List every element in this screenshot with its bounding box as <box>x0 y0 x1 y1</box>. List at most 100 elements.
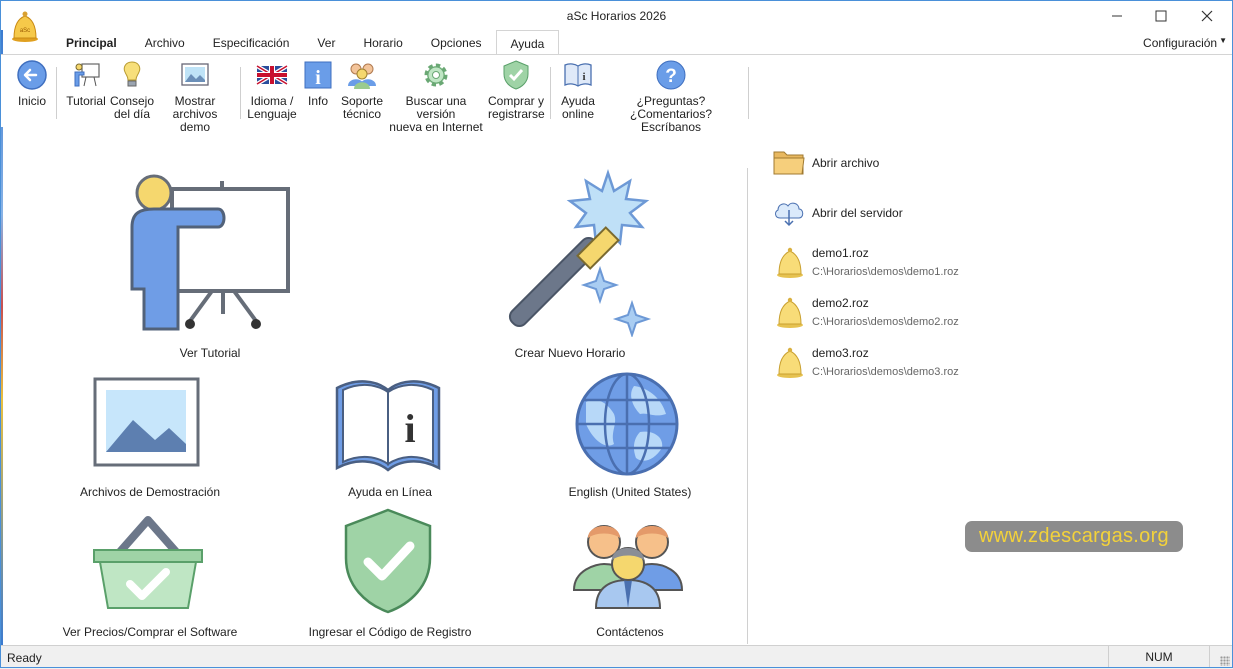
panel-divider <box>747 168 748 644</box>
ayuda-online-button[interactable]: i Ayuda online <box>556 59 600 121</box>
presentation-icon <box>130 174 290 331</box>
lightbulb-icon <box>123 61 141 87</box>
info-label: Info <box>307 94 328 108</box>
soporte-button[interactable]: Soporte técnico <box>338 59 386 121</box>
info-icon: i <box>304 61 332 89</box>
tile-archivos-demo-label: Archivos de Demostración <box>79 485 221 499</box>
ribbon-divider <box>240 67 241 119</box>
inicio-button[interactable]: Inicio <box>12 59 52 108</box>
tab-especificacion[interactable]: Especificación <box>199 30 304 54</box>
abrir-servidor-label: Abrir del servidor <box>812 206 903 220</box>
tile-crear-horario[interactable]: Crear Nuevo Horario <box>460 165 680 360</box>
ribbon-divider <box>748 67 749 119</box>
preguntas-button[interactable]: ? ¿Preguntas? ¿Comentarios? Escríbanos <box>600 59 742 134</box>
tile-idioma-label: English (United States) <box>568 485 692 499</box>
bell-file-icon <box>777 247 803 278</box>
tab-ver[interactable]: Ver <box>303 30 349 54</box>
ribbon-divider <box>56 67 57 119</box>
status-text: Ready <box>7 651 42 665</box>
shield-check-icon <box>344 508 432 614</box>
recent-file-name: demo3.roz <box>812 346 869 360</box>
tutorial-label: Tutorial <box>66 94 106 108</box>
tile-registro[interactable]: Ingresar el Código de Registro <box>280 506 500 642</box>
question-icon: ? <box>656 60 686 90</box>
title-bar: aSc Horarios 2026 <box>0 0 1233 30</box>
recent-file-name: demo1.roz <box>812 246 869 260</box>
watermark-text: www.zdescargas.org <box>965 521 1183 552</box>
tab-principal[interactable]: Principal <box>52 30 131 54</box>
consejo-button[interactable]: Consejo del día <box>108 59 156 121</box>
tab-archivo[interactable]: Archivo <box>131 30 199 54</box>
ribbon-tabs: Principal Archivo Especificación Ver Hor… <box>52 30 560 55</box>
recent-file-name: demo2.roz <box>812 296 869 310</box>
comprar-label-2: registrarse <box>488 107 545 121</box>
config-label: Configuración <box>1143 36 1218 50</box>
book-info-icon: i <box>335 380 441 472</box>
svg-text:i: i <box>582 71 585 83</box>
tile-idioma[interactable]: English (United States) <box>520 372 740 502</box>
recent-file-item[interactable]: demo1.roz C:\Horarios\demos\demo1.roz <box>775 246 959 280</box>
recent-file-item[interactable]: demo2.roz C:\Horarios\demos\demo2.roz <box>775 296 959 330</box>
abrir-archivo-link[interactable]: Abrir archivo <box>773 148 879 176</box>
tab-opciones[interactable]: Opciones <box>417 30 496 54</box>
cloud-download-icon <box>775 202 804 227</box>
app-bell-logo-icon[interactable]: aSc <box>10 10 40 44</box>
tile-precios-label: Ver Precios/Comprar el Software <box>62 625 238 639</box>
window-title: aSc Horarios 2026 <box>566 9 667 23</box>
preguntas-label-2: Escríbanos <box>640 120 702 134</box>
info-button[interactable]: i Info <box>302 59 334 108</box>
tutorial-button[interactable]: Tutorial <box>62 59 110 108</box>
num-lock-indicator: NUM <box>1108 646 1210 668</box>
minimize-button[interactable] <box>1095 4 1139 28</box>
ayuda-label-2: online <box>561 107 595 121</box>
close-button[interactable] <box>1185 4 1229 28</box>
mostrar-label-2: archivos demo <box>172 107 218 134</box>
recent-file-path: C:\Horarios\demos\demo3.roz <box>812 366 959 378</box>
tile-precios[interactable]: Ver Precios/Comprar el Software <box>40 512 260 642</box>
resize-grip-icon[interactable] <box>1220 656 1230 666</box>
abrir-servidor-link[interactable]: Abrir del servidor <box>773 198 903 228</box>
tile-contacto-label: Contáctenos <box>596 625 664 639</box>
preguntas-label-1: ¿Preguntas? ¿Comentarios? <box>629 94 713 121</box>
minimize-icon <box>1112 15 1122 17</box>
config-menu[interactable]: Configuración ▼ <box>1143 36 1227 50</box>
folder-icon <box>773 151 805 175</box>
tile-ayuda-linea-label: Ayuda en Línea <box>348 485 432 499</box>
globe-icon <box>575 372 679 476</box>
status-bar: Ready NUM <box>0 645 1233 669</box>
ribbon-toolbar: Inicio Tutorial Consejo del día Mostrar … <box>0 54 1233 134</box>
buscar-label-1: Buscar una versión <box>405 94 467 121</box>
consejo-label-2: del día <box>113 107 151 121</box>
buscar-version-button[interactable]: Buscar una versión nueva en Internet <box>386 59 486 134</box>
inicio-label: Inicio <box>17 94 46 108</box>
tile-ayuda-linea[interactable]: i Ayuda en Línea <box>280 372 500 502</box>
idioma-button[interactable]: Idioma / Lenguaje <box>246 59 298 121</box>
tab-ayuda[interactable]: Ayuda <box>495 30 560 55</box>
magic-wand-icon <box>508 169 652 337</box>
shield-check-icon <box>503 60 529 90</box>
svg-text:i: i <box>315 67 321 89</box>
landscape-picture-icon <box>181 63 209 86</box>
comprar-button[interactable]: Comprar y registrarse <box>488 59 545 121</box>
maximize-button[interactable] <box>1139 4 1183 28</box>
mostrar-demos-button[interactable]: Mostrar archivos demo <box>156 59 234 134</box>
svg-text:aSc: aSc <box>20 28 30 34</box>
tile-archivos-demo[interactable]: Archivos de Demostración <box>40 372 260 502</box>
recent-file-path: C:\Horarios\demos\demo2.roz <box>812 316 959 328</box>
tile-contacto[interactable]: Contáctenos <box>520 512 740 642</box>
recent-file-item[interactable]: demo3.roz C:\Horarios\demos\demo3.roz <box>775 346 959 380</box>
book-info-icon: i <box>564 63 592 87</box>
tile-ver-tutorial-label: Ver Tutorial <box>179 346 241 360</box>
presentation-icon <box>74 63 100 87</box>
bell-file-icon <box>777 297 803 328</box>
back-arrow-icon <box>17 60 47 90</box>
tile-ver-tutorial[interactable]: Ver Tutorial <box>100 165 320 360</box>
tile-registro-label: Ingresar el Código de Registro <box>308 625 472 639</box>
maximize-icon <box>1155 10 1167 22</box>
tab-horario[interactable]: Horario <box>349 30 416 54</box>
ribbon-divider <box>550 67 551 119</box>
close-icon <box>1201 10 1213 22</box>
landscape-picture-icon <box>93 377 200 467</box>
buscar-label-2: nueva en Internet <box>389 120 483 134</box>
recent-file-path: C:\Horarios\demos\demo1.roz <box>812 266 959 278</box>
